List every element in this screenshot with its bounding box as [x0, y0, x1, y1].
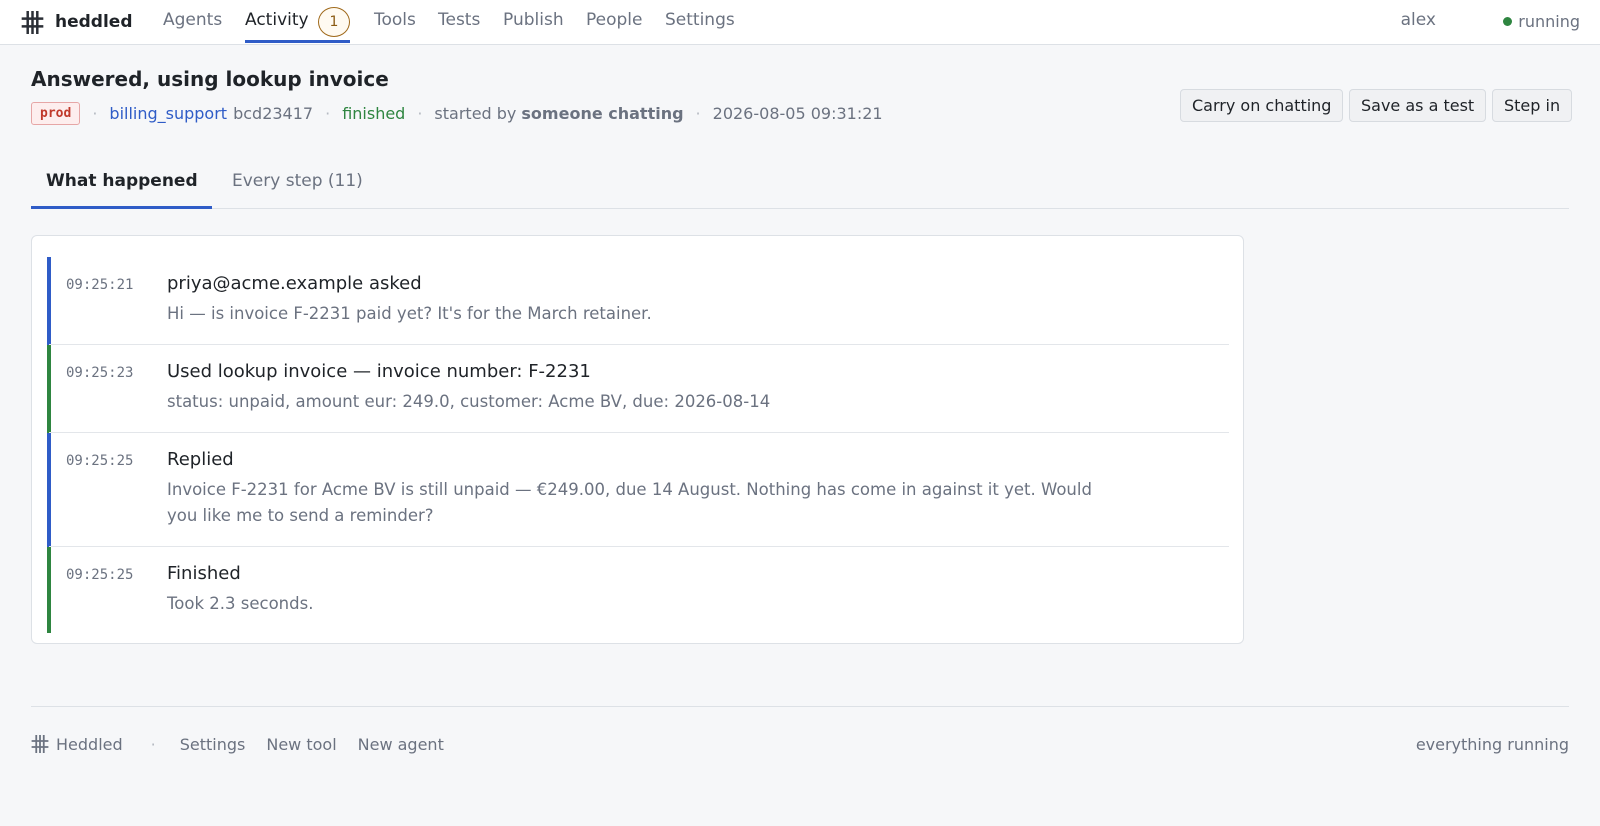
event-title: priya@acme.example asked: [167, 273, 422, 294]
tabs-divider: [31, 208, 1569, 209]
footer-link-new-agent[interactable]: New agent: [358, 735, 444, 754]
footer-status: everything running: [1415, 735, 1569, 754]
agent-link[interactable]: billing_support: [109, 104, 227, 123]
page-title: Answered, using lookup invoice: [31, 67, 389, 91]
event-body: Hi — is invoice F-2231 paid yet? It's fo…: [167, 304, 652, 323]
meta-separator: ·: [695, 103, 701, 123]
event-marker: [47, 345, 51, 433]
event-body: status: unpaid, amount eur: 249.0, custo…: [167, 392, 771, 411]
event-marker: [47, 257, 51, 345]
event-body: Took 2.3 seconds.: [167, 594, 314, 613]
brand[interactable]: heddled: [21, 9, 133, 35]
user-name[interactable]: alex: [1401, 10, 1436, 30]
nav-agents[interactable]: Agents: [163, 10, 222, 30]
event-title: Replied: [167, 449, 234, 470]
footer-link-settings[interactable]: Settings: [180, 735, 246, 754]
tab-every-step[interactable]: Every step (11): [232, 171, 363, 191]
tab-active-indicator: [31, 206, 212, 209]
event-time: 09:25:21: [66, 277, 134, 293]
agent-version: bcd23417: [233, 103, 314, 123]
tab-what-happened[interactable]: What happened: [46, 171, 198, 191]
event-title: Used lookup invoice — invoice number: F-…: [167, 361, 591, 382]
nav-publish[interactable]: Publish: [503, 10, 564, 30]
status-dot-icon: [1503, 17, 1513, 26]
event-time: 09:25:23: [66, 365, 134, 381]
meta-separator: ·: [325, 103, 331, 123]
event-row: 09:25:25 Finished Took 2.3 seconds.: [47, 547, 1229, 633]
nav-activity[interactable]: Activity: [245, 10, 309, 30]
meta-separator: ·: [92, 103, 98, 123]
system-status-label: running: [1518, 12, 1580, 31]
event-time: 09:25:25: [66, 567, 134, 583]
brand-name: heddled: [55, 12, 133, 32]
footer-brand: Heddled: [56, 734, 123, 754]
event-time: 09:25:25: [66, 453, 134, 469]
started-by-label: started by: [434, 103, 517, 123]
carry-on-chatting-button[interactable]: Carry on chatting: [1180, 89, 1344, 122]
nav-active-indicator: [245, 40, 350, 43]
nav-settings[interactable]: Settings: [665, 10, 735, 30]
started-by-value: someone chatting: [521, 103, 684, 123]
event-title: Finished: [167, 563, 241, 584]
events-card: 09:25:21 priya@acme.example asked Hi — i…: [31, 235, 1244, 644]
run-meta: prod · billing_support bcd23417 · finish…: [31, 100, 883, 126]
event-row: 09:25:21 priya@acme.example asked Hi — i…: [47, 257, 1229, 345]
activity-count-badge: 1: [318, 7, 350, 37]
run-timestamp: 2026-08-05 09:31:21: [712, 103, 883, 123]
meta-separator: ·: [417, 103, 423, 123]
event-body: Invoice F-2231 for Acme BV is still unpa…: [167, 480, 1092, 525]
nav-tests[interactable]: Tests: [438, 10, 480, 30]
loom-hash-icon: [21, 10, 44, 34]
save-as-test-button[interactable]: Save as a test: [1349, 89, 1487, 122]
nav-tools[interactable]: Tools: [374, 10, 416, 30]
footer-divider: [31, 706, 1569, 707]
event-marker: [47, 433, 51, 547]
footer: Heddled · Settings New tool New agent: [31, 733, 465, 755]
nav-people[interactable]: People: [586, 10, 642, 30]
run-state: finished: [342, 103, 406, 123]
top-nav: heddled Agents Activity 1 Tools Tests Pu…: [0, 0, 1600, 45]
loom-hash-icon: [31, 735, 49, 753]
footer-link-new-tool[interactable]: New tool: [266, 735, 336, 754]
step-in-button[interactable]: Step in: [1492, 89, 1573, 122]
system-status: running: [1503, 12, 1580, 31]
event-row: 09:25:23 Used lookup invoice — invoice n…: [47, 345, 1229, 433]
event-row: 09:25:25 Replied Invoice F-2231 for Acme…: [47, 433, 1229, 547]
environment-badge: prod: [31, 101, 81, 125]
footer-separator: ·: [150, 734, 156, 754]
event-marker: [47, 547, 51, 633]
